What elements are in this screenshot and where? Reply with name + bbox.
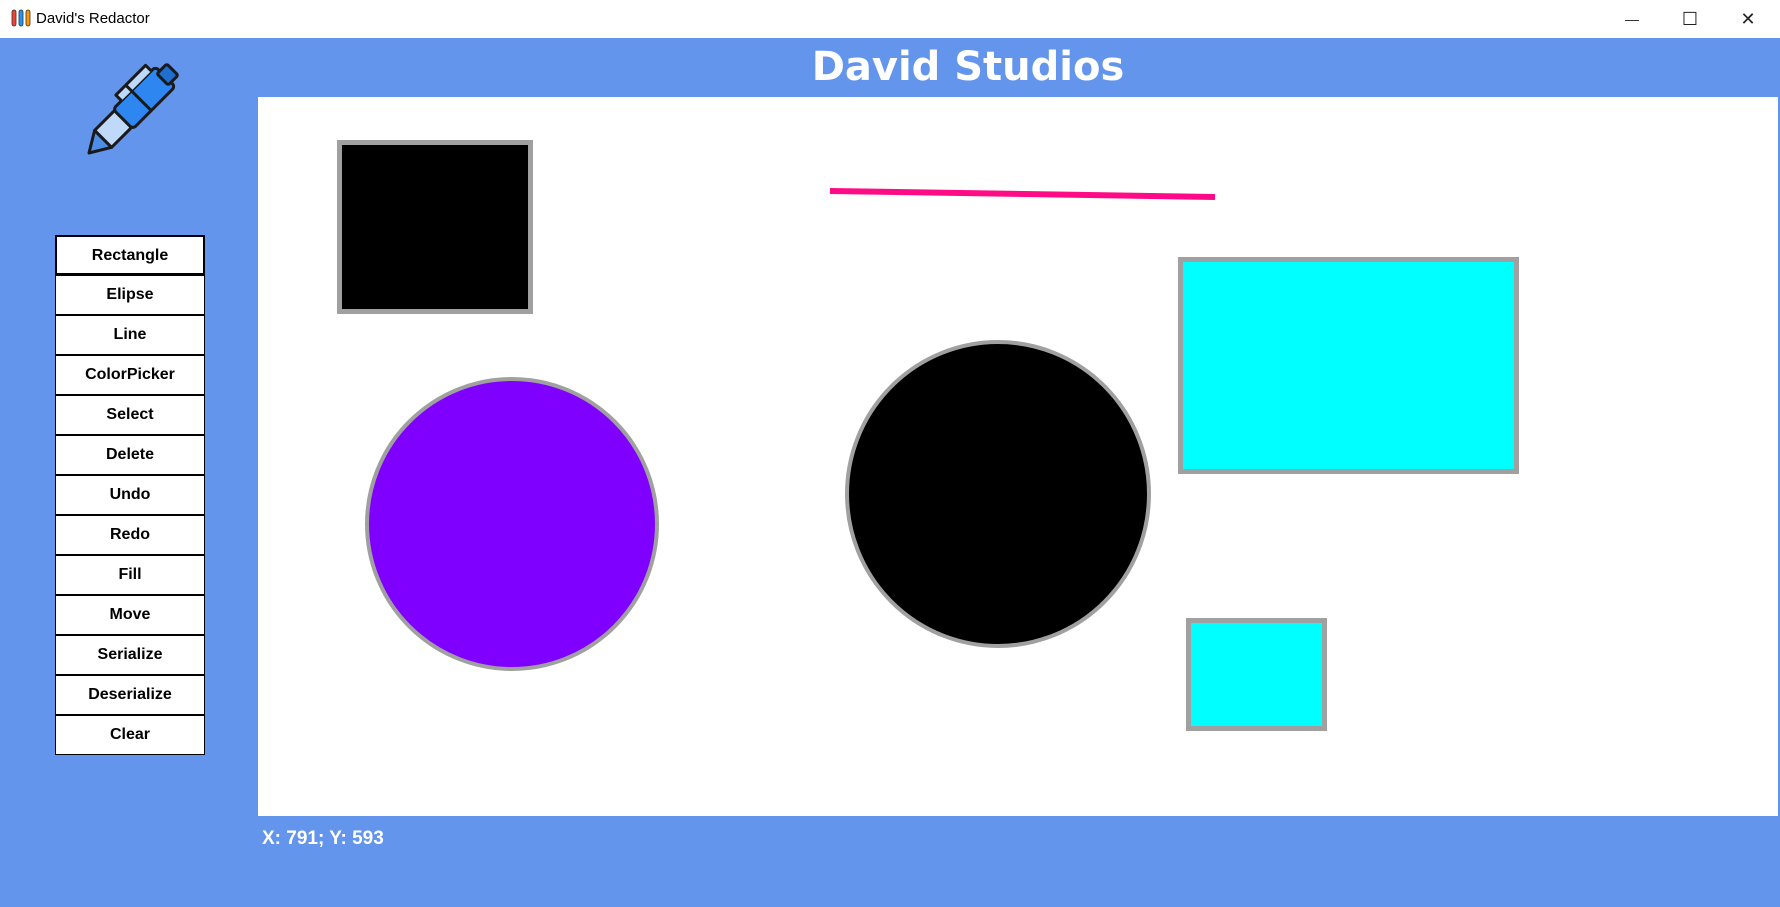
close-button[interactable]: ✕ xyxy=(1719,0,1777,38)
page-title: David Studios xyxy=(811,44,1125,90)
maximize-icon: ☐ xyxy=(1681,8,1699,29)
delete-button[interactable]: Delete xyxy=(55,435,205,475)
clear-button[interactable]: Clear xyxy=(55,715,205,755)
app-icon xyxy=(11,9,31,27)
window-title: David's Redactor xyxy=(36,10,150,27)
cyan-rectangle-large-shape[interactable] xyxy=(1178,257,1519,474)
move-button[interactable]: Move xyxy=(55,595,205,635)
black-ellipse-shape[interactable] xyxy=(845,340,1151,648)
cursor-coordinates: X: 791; Y: 593 xyxy=(262,828,384,849)
pen-icon xyxy=(87,63,179,155)
rectangle-tool-button[interactable]: Rectangle xyxy=(55,235,205,275)
black-rectangle-shape[interactable] xyxy=(337,140,533,314)
deserialize-button[interactable]: Deserialize xyxy=(55,675,205,715)
tool-panel: Rectangle Elipse Line ColorPicker Select… xyxy=(55,235,205,755)
window-titlebar: David's Redactor — ☐ ✕ xyxy=(0,0,1780,38)
fill-button[interactable]: Fill xyxy=(55,555,205,595)
serialize-button[interactable]: Serialize xyxy=(55,635,205,675)
drawing-canvas[interactable] xyxy=(258,97,1778,816)
line-tool-button[interactable]: Line xyxy=(55,315,205,355)
redo-button[interactable]: Redo xyxy=(55,515,205,555)
undo-button[interactable]: Undo xyxy=(55,475,205,515)
minimize-button[interactable]: — xyxy=(1603,0,1661,38)
canvas-surface xyxy=(337,140,1519,731)
select-button[interactable]: Select xyxy=(55,395,205,435)
minimize-icon: — xyxy=(1625,11,1639,27)
cyan-rectangle-small-shape[interactable] xyxy=(1186,618,1327,731)
ellipse-tool-button[interactable]: Elipse xyxy=(55,275,205,315)
pink-line-shape[interactable] xyxy=(829,188,1216,200)
maximize-button[interactable]: ☐ xyxy=(1661,0,1719,38)
color-picker-button[interactable]: ColorPicker xyxy=(55,355,205,395)
purple-ellipse-shape[interactable] xyxy=(365,377,659,671)
close-icon: ✕ xyxy=(1740,8,1756,29)
